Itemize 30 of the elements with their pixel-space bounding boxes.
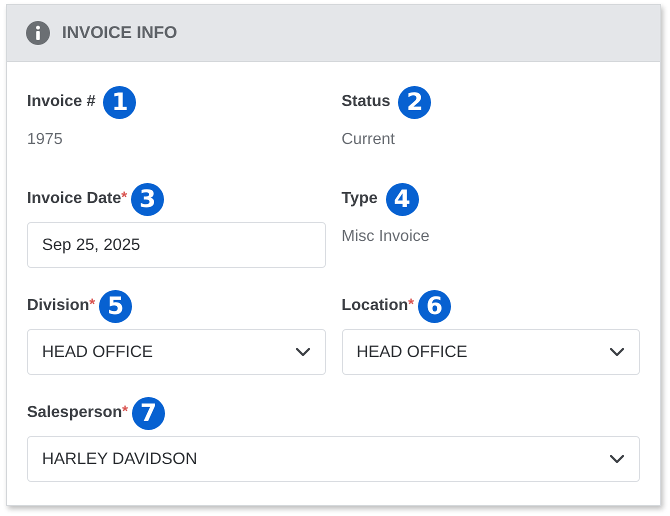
field-label: Status [342,93,390,111]
required-mark: * [408,296,414,313]
chevron-down-icon [294,347,310,357]
field-label: Salesperson [27,404,122,422]
chevron-down-icon [609,454,625,464]
number-badge: 6 [418,290,452,322]
dropdown[interactable]: HARLEY DAVIDSON [27,436,640,482]
number-badge: 7 [132,396,165,430]
field-label: Location [342,297,408,315]
number-badge: 1 [103,86,136,118]
number-badge: 3 [131,182,164,216]
number-badge: 5 [99,290,132,322]
field-value: 1975 [27,131,64,149]
field-label: Invoice # [27,93,96,111]
number-badge: 4 [386,182,419,216]
chevron-down-icon [609,347,625,357]
field-label: Division [27,297,90,315]
dropdown[interactable]: HEAD OFFICE [342,329,640,375]
date-field[interactable]: Sep 25, 2025 [27,222,326,268]
panel-title: INVOICE INFO [62,23,178,43]
field-value: Misc Invoice [342,228,431,246]
field-value: Current [342,131,396,149]
info-icon [26,21,50,45]
required-mark: * [89,296,96,313]
field-label: Type [342,190,378,208]
required-mark: * [121,189,128,206]
required-mark: * [122,403,128,420]
field-label: Invoice Date [27,190,122,208]
dropdown[interactable]: HEAD OFFICE [27,329,326,375]
number-badge: 2 [398,86,432,118]
